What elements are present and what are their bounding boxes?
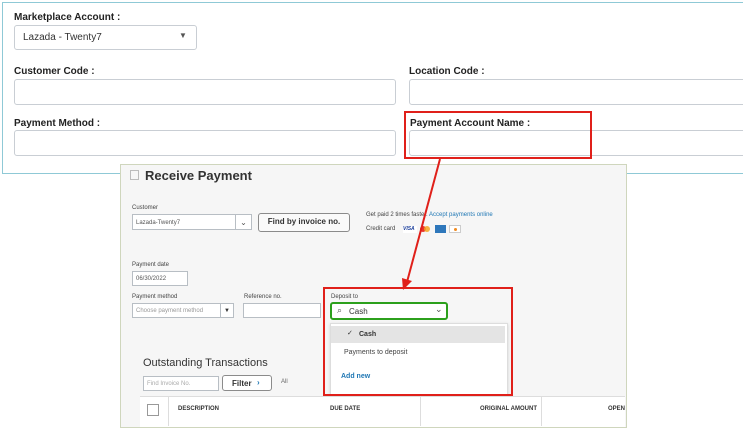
arrow-line [406, 158, 441, 283]
annotation-arrow [402, 158, 441, 290]
arrow-head [402, 278, 412, 290]
